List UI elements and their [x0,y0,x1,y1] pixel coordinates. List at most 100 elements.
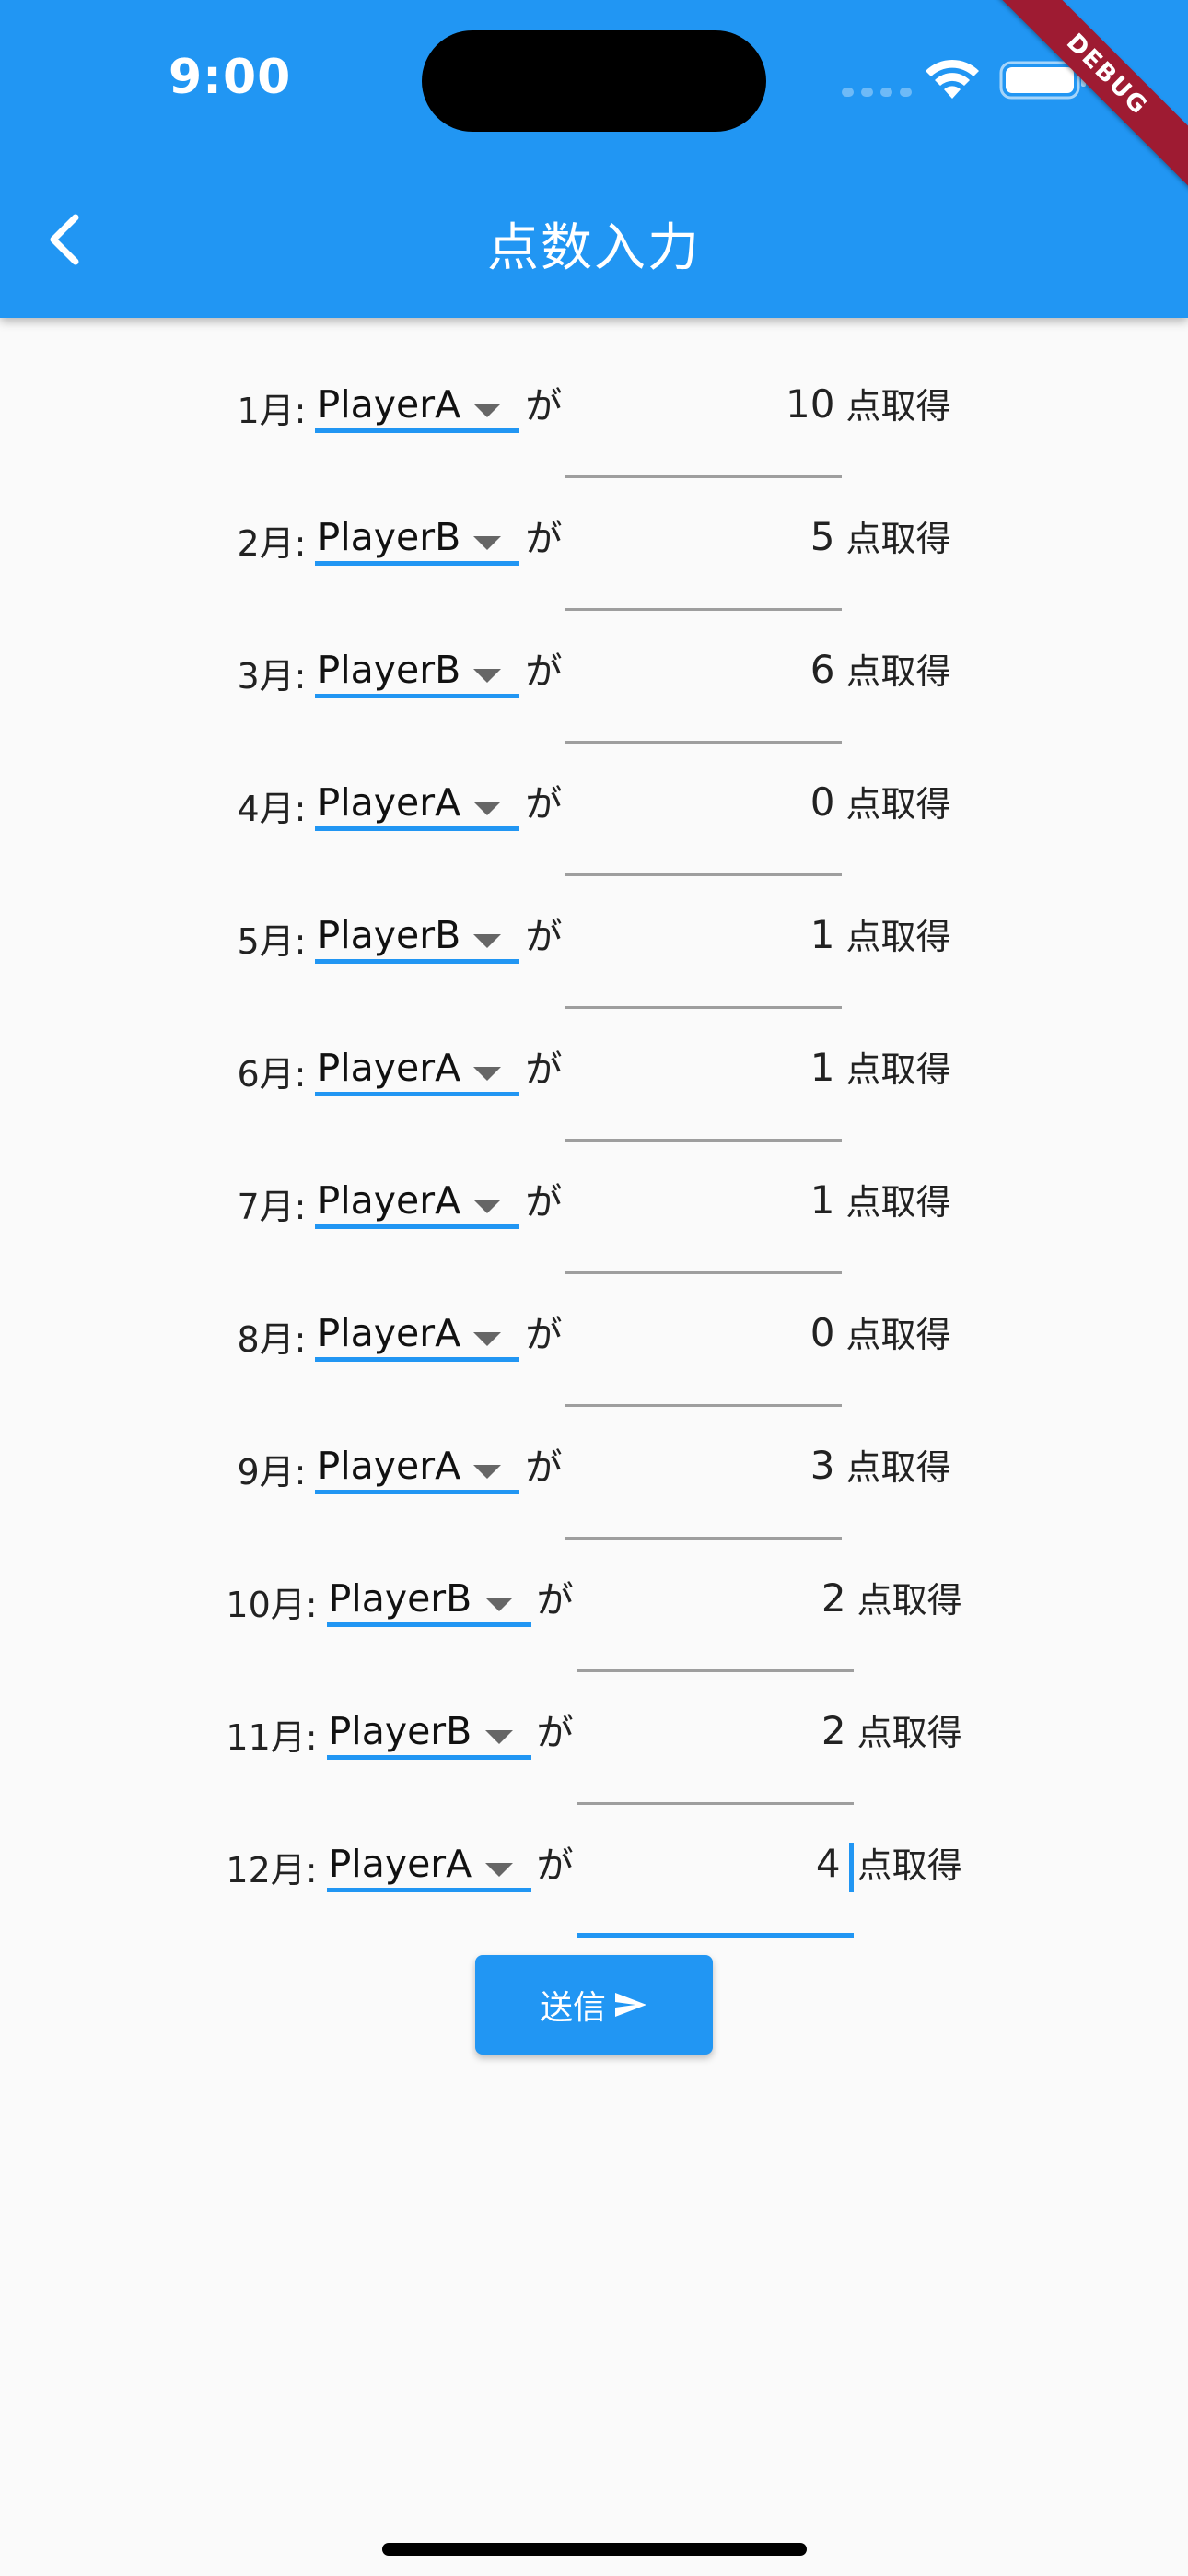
score-row: 9月: PlayerA が 3 点取得 [0,1406,1188,1540]
status-time: 9:00 [169,50,292,105]
connector-label: が [536,1844,574,1887]
points-suffix-label: 点取得 [856,1845,962,1886]
dropdown-arrow-icon [473,536,502,550]
score-input[interactable]: 1 [565,1141,843,1274]
dropdown-arrow-icon [473,1067,502,1081]
dropdown-arrow-icon [473,1465,502,1479]
points-suffix-label: 点取得 [845,1315,951,1355]
player-dropdown[interactable]: PlayerA [315,743,520,831]
score-input-value: 5 [809,514,835,559]
player-dropdown[interactable]: PlayerB [315,477,520,566]
connector-label: が [525,1048,563,1091]
score-input-underline [577,1933,854,1938]
score-row: 11月: PlayerB が 2 点取得 [0,1671,1188,1805]
dropdown-underline [326,1622,531,1627]
player-dropdown[interactable]: PlayerA [315,1141,520,1229]
month-label: 2月: [237,523,307,564]
player-dropdown-value: PlayerA [317,1178,461,1223]
submit-button-label: 送信 [539,1989,606,2027]
points-suffix-label: 点取得 [845,1049,951,1090]
connector-label: が [536,1579,574,1622]
dropdown-underline [315,826,520,831]
dropdown-underline [315,1357,520,1362]
dynamic-island [422,30,766,132]
dropdown-arrow-icon [484,1863,513,1877]
player-dropdown[interactable]: PlayerB [315,610,520,698]
player-dropdown-value: PlayerA [317,1444,461,1488]
player-dropdown[interactable]: PlayerA [315,1273,520,1362]
dropdown-arrow-icon [484,1730,513,1744]
player-dropdown-value: PlayerA [317,382,461,427]
score-input[interactable]: 10 [565,345,843,478]
player-dropdown-value: PlayerB [328,1709,472,1753]
score-input[interactable]: 1 [565,875,843,1009]
points-suffix-label: 点取得 [845,784,951,825]
player-dropdown[interactable]: PlayerA [315,1406,520,1494]
player-dropdown[interactable]: PlayerA [315,345,520,433]
dropdown-underline [326,1755,531,1760]
points-suffix-label: 点取得 [845,519,951,559]
text-cursor [848,1843,854,1892]
connector-label: が [525,650,563,693]
dropdown-arrow-icon [473,1332,502,1346]
player-dropdown-value: PlayerB [328,1576,472,1621]
connector-label: が [525,518,563,560]
points-suffix-label: 点取得 [845,917,951,957]
score-row: 8月: PlayerA が 0 点取得 [0,1273,1188,1407]
score-input-value: 6 [809,647,835,692]
score-input[interactable]: 2 [577,1539,854,1672]
dropdown-underline [326,1888,531,1892]
score-input[interactable]: 0 [565,743,843,876]
player-dropdown[interactable]: PlayerB [326,1671,531,1760]
player-dropdown[interactable]: PlayerB [315,875,520,964]
points-suffix-label: 点取得 [845,1182,951,1223]
connector-label: が [525,1314,563,1356]
score-input-value: 3 [809,1443,835,1488]
points-suffix-label: 点取得 [845,386,951,427]
dropdown-underline [315,1490,520,1494]
cellular-signal-icon [842,88,912,97]
dropdown-underline [315,561,520,566]
score-input-value: 1 [809,1177,835,1223]
score-row: 7月: PlayerA が 1 点取得 [0,1141,1188,1274]
month-label: 11月: [226,1717,318,1758]
dropdown-underline [315,1092,520,1096]
month-label: 10月: [226,1585,318,1625]
points-suffix-label: 点取得 [845,651,951,692]
score-input-value: 1 [809,912,835,957]
score-input[interactable]: 3 [565,1406,843,1540]
dropdown-underline [315,1224,520,1229]
score-input[interactable]: 6 [565,610,843,744]
month-label: 9月: [237,1452,307,1493]
dropdown-arrow-icon [473,802,502,815]
score-input[interactable]: 4 [577,1804,854,1938]
app-bar: 9:00 点数入力 [0,0,1188,318]
score-input-value: 0 [809,1310,835,1355]
connector-label: が [525,1181,563,1224]
score-input[interactable]: 5 [565,477,843,611]
player-dropdown[interactable]: PlayerA [326,1804,531,1892]
submit-button[interactable]: 送信 [475,1955,713,2055]
player-dropdown-value: PlayerB [317,648,461,692]
month-label: 1月: [237,391,307,431]
page-title: 点数入力 [487,218,701,278]
connector-label: が [525,783,563,825]
player-dropdown-value: PlayerA [317,1311,461,1355]
dropdown-underline [315,428,520,433]
score-input[interactable]: 1 [565,1008,843,1142]
player-dropdown-value: PlayerA [328,1842,472,1886]
month-label: 5月: [237,921,307,962]
player-dropdown[interactable]: PlayerA [315,1008,520,1096]
score-row: 1月: PlayerA が 10 点取得 [0,345,1188,478]
player-dropdown[interactable]: PlayerB [326,1539,531,1627]
score-row: 10月: PlayerB が 2 点取得 [0,1539,1188,1672]
score-rows: 1月: PlayerA が 10 点取得 2月: PlayerB が 5 点取得… [0,345,1188,1938]
dropdown-underline [315,959,520,964]
score-input[interactable]: 0 [565,1273,843,1407]
score-input-value: 0 [809,779,835,825]
player-dropdown-value: PlayerB [317,913,461,957]
connector-label: が [525,916,563,958]
connector-label: が [525,385,563,427]
score-row: 4月: PlayerA が 0 点取得 [0,743,1188,876]
score-input[interactable]: 2 [577,1671,854,1805]
